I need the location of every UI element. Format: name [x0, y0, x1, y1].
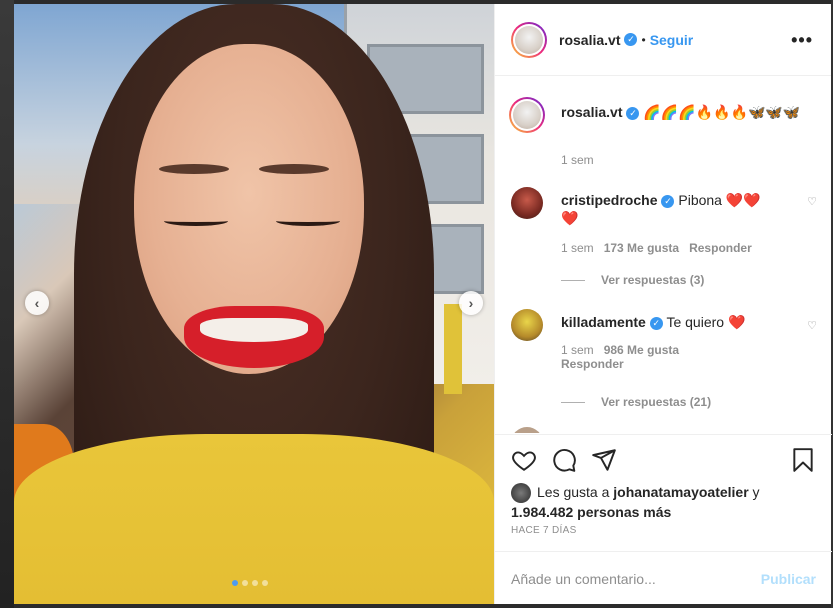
- carousel-next-button[interactable]: ›: [459, 291, 483, 315]
- comment-likes-count[interactable]: 173 Me gusta: [604, 241, 679, 255]
- paper-plane-icon[interactable]: [591, 447, 617, 473]
- post-actions: Les gusta a johanatamayoatelier y 1.984.…: [495, 434, 832, 604]
- caption-username[interactable]: rosalia.vt: [561, 104, 622, 120]
- author-avatar[interactable]: [511, 21, 547, 58]
- carousel-dots: [232, 580, 268, 586]
- view-replies-label: Ver respuestas (3): [601, 273, 705, 287]
- likes-connector: y: [748, 484, 760, 500]
- follow-button[interactable]: Seguir: [650, 32, 694, 48]
- commenter-avatar[interactable]: [511, 309, 543, 341]
- comment-like-heart-icon[interactable]: ♡: [807, 319, 817, 332]
- post-side-panel: rosalia.vt ✓ • Seguir ••• rosalia.vt ✓ 🌈🌈…: [494, 4, 832, 604]
- photo-yellow-post: [444, 304, 462, 394]
- header-separator: •: [641, 32, 646, 47]
- comment-icon[interactable]: [551, 447, 577, 473]
- chevron-left-icon: ‹: [34, 295, 40, 311]
- verified-badge-icon: ✓: [624, 33, 638, 46]
- comment-reply-button[interactable]: Responder: [689, 241, 752, 255]
- comments-list[interactable]: rosalia.vt ✓ 🌈🌈🌈🔥🔥🔥🦋🦋🦋 1 sem cristipedroc…: [495, 77, 832, 433]
- photo-shirt: [14, 434, 494, 604]
- more-options-icon[interactable]: •••: [791, 30, 813, 51]
- post-header: rosalia.vt ✓ • Seguir •••: [495, 4, 831, 76]
- comment-reply-button[interactable]: Responder: [561, 357, 624, 371]
- likes-count[interactable]: 1.984.482 personas más: [511, 504, 671, 520]
- post-photo[interactable]: [14, 4, 494, 604]
- caption-text: 🌈🌈🌈🔥🔥🔥🦋🦋🦋: [643, 104, 801, 120]
- verified-badge-icon: ✓: [649, 316, 663, 330]
- chevron-right-icon: ›: [468, 295, 474, 311]
- caption-time: 1 sem: [561, 153, 594, 167]
- author-username[interactable]: rosalia.vt: [559, 32, 620, 48]
- heart-icon[interactable]: [511, 447, 537, 473]
- verified-badge-icon: ✓: [626, 106, 640, 120]
- commenter-avatar[interactable]: [511, 427, 543, 433]
- liker-avatar: [511, 483, 531, 504]
- add-comment-bar: Publicar: [495, 551, 832, 605]
- photo-teeth: [200, 318, 308, 342]
- comment-likes-count[interactable]: 986 Me gusta: [604, 343, 679, 357]
- comment-input[interactable]: [511, 570, 761, 587]
- page-backdrop-left: [0, 0, 14, 608]
- comment-time: 1 sem: [561, 241, 594, 255]
- caption-avatar[interactable]: [509, 97, 545, 133]
- photo-left-eye: [164, 216, 228, 226]
- publish-button[interactable]: Publicar: [761, 571, 816, 587]
- view-replies-button[interactable]: Ver respuestas (21): [561, 395, 711, 409]
- liker-username[interactable]: johanatamayoatelier: [613, 484, 748, 500]
- view-replies-label: Ver respuestas (21): [601, 395, 712, 409]
- replies-line: [561, 279, 585, 281]
- carousel-dot: [262, 580, 268, 586]
- replies-line: [561, 401, 585, 403]
- likes-summary[interactable]: Les gusta a johanatamayoatelier y 1.984.…: [511, 483, 816, 521]
- post-timestamp: HACE 7 DÍAS: [511, 525, 577, 536]
- carousel-dot: [242, 580, 248, 586]
- comment-username[interactable]: killadamente: [561, 314, 646, 330]
- comment-username[interactable]: cristipedroche: [561, 192, 657, 208]
- verified-badge-icon: ✓: [661, 194, 675, 208]
- carousel-prev-button[interactable]: ‹: [25, 291, 49, 315]
- comment-like-heart-icon[interactable]: ♡: [807, 195, 817, 208]
- commenter-avatar[interactable]: [511, 187, 543, 219]
- comment-time: 1 sem: [561, 343, 594, 357]
- photo-right-eye: [276, 216, 340, 226]
- photo-left-brow: [159, 164, 229, 174]
- carousel-dot: [252, 580, 258, 586]
- comment-text: Te quiero ❤️: [666, 314, 746, 330]
- likes-prefix: Les gusta a: [537, 484, 614, 500]
- carousel-dot: [232, 580, 238, 586]
- photo-right-brow: [259, 164, 329, 174]
- bookmark-icon[interactable]: [790, 447, 816, 473]
- view-replies-button[interactable]: Ver respuestas (3): [561, 273, 704, 287]
